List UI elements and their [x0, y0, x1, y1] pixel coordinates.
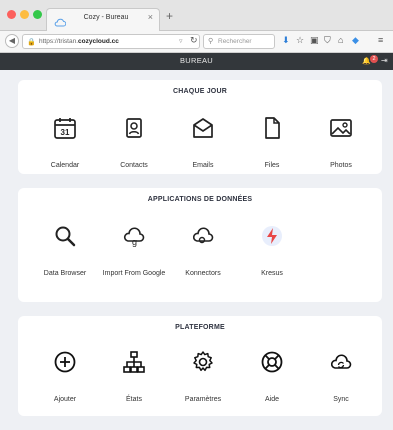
app-contacts[interactable]: Contacts: [99, 103, 169, 171]
app-label: Import From Google: [102, 270, 166, 277]
app-konnectors[interactable]: Konnectors: [168, 211, 238, 279]
minimize-window-button[interactable]: [20, 10, 29, 19]
app-label: Konnectors: [185, 270, 221, 277]
section-chaque-jour: CHAQUE JOUR 31 Calendar Contacts Emails …: [18, 80, 382, 174]
app-label: Files: [264, 162, 280, 169]
chevron-down-icon[interactable]: ▿: [179, 37, 183, 45]
back-button[interactable]: ◀: [5, 34, 19, 48]
cloud-sync-icon: [316, 337, 366, 387]
reload-icon[interactable]: ↻: [190, 35, 198, 46]
app-label: Photos: [330, 162, 352, 169]
contacts-icon: [109, 103, 159, 153]
cozy-cloud-icon: [54, 14, 67, 32]
pocket-icon[interactable]: ⛉: [324, 35, 331, 46]
clipboard-icon[interactable]: ▣: [310, 35, 319, 46]
calendar-icon: 31: [40, 103, 90, 153]
app-etats[interactable]: États: [99, 337, 169, 405]
cloud-google-icon: g: [109, 211, 159, 261]
app-aide[interactable]: Aide: [237, 337, 307, 405]
section-plateforme: PLATEFORME Ajouter États Paramètres Aide: [18, 316, 382, 416]
app-parametres[interactable]: Paramètres: [168, 337, 238, 405]
home-icon[interactable]: ⌂: [338, 35, 343, 45]
app-label: Contacts: [120, 162, 148, 169]
app-ajouter[interactable]: Ajouter: [30, 337, 100, 405]
gear-icon: [178, 337, 228, 387]
app-emails[interactable]: Emails: [168, 103, 238, 171]
logout-icon[interactable]: ⇥: [381, 56, 388, 65]
lifebuoy-icon: [247, 337, 297, 387]
extension-icon[interactable]: ◆: [352, 35, 359, 46]
bolt-icon: [247, 211, 297, 261]
search-icon: [40, 211, 90, 261]
notification-badge[interactable]: 2: [370, 55, 378, 63]
cloud-connector-icon: [178, 211, 228, 261]
app-files[interactable]: Files: [237, 103, 307, 171]
download-icon[interactable]: ⬇: [282, 35, 290, 46]
app-label: Paramètres: [184, 396, 222, 403]
plus-circle-icon: [40, 337, 90, 387]
search-input[interactable]: ⚲ Rechercher: [203, 34, 275, 49]
search-icon: ⚲: [208, 38, 214, 45]
calendar-day: 31: [61, 128, 70, 137]
app-calendar[interactable]: 31 Calendar: [30, 103, 100, 171]
file-icon: [247, 103, 297, 153]
tab-title: Cozy - Bureau: [83, 14, 129, 21]
sitemap-icon: [109, 337, 159, 387]
app-label: États: [126, 396, 142, 403]
app-photos[interactable]: Photos: [306, 103, 376, 171]
app-label: Emails: [192, 162, 214, 169]
svg-text:g: g: [132, 237, 137, 247]
tab-close-button[interactable]: ×: [148, 12, 153, 22]
section-title: APPLICATIONS DE DONNÉES: [147, 196, 253, 203]
bookmark-star-icon[interactable]: ☆: [296, 35, 304, 46]
app-sync[interactable]: Sync: [306, 337, 376, 405]
lock-icon: 🔒: [27, 39, 36, 46]
email-icon: [178, 103, 228, 153]
url-text: https://tristan.cozycloud.cc: [39, 38, 119, 45]
app-kresus[interactable]: Kresus: [237, 211, 307, 279]
new-tab-button[interactable]: +: [166, 9, 173, 23]
app-label: Aide: [264, 396, 279, 403]
app-grid: CHAQUE JOUR 31 Calendar Contacts Emails …: [0, 70, 393, 430]
section-title: PLATEFORME: [175, 324, 225, 331]
app-label: Sync: [333, 396, 349, 403]
close-window-button[interactable]: [7, 10, 16, 19]
photo-icon: [316, 103, 366, 153]
page-title: BUREAU: [179, 56, 214, 65]
app-label: Calendar: [50, 162, 80, 169]
app-label: Kresus: [261, 270, 283, 277]
section-applications-donnees: APPLICATIONS DE DONNÉES Data Browser g I…: [18, 188, 382, 302]
app-import-from-google[interactable]: g Import From Google: [99, 211, 169, 279]
browser-tab-bar: Cozy - Bureau × +: [0, 0, 393, 31]
section-title: CHAQUE JOUR: [173, 88, 227, 95]
browser-tab[interactable]: Cozy - Bureau ×: [46, 8, 160, 31]
app-label: Data Browser: [43, 270, 87, 277]
menu-icon[interactable]: ≡: [378, 35, 383, 45]
app-header: BUREAU 🔔 2 ⇥: [0, 53, 393, 70]
maximize-window-button[interactable]: [33, 10, 42, 19]
app-label: Ajouter: [53, 396, 77, 403]
app-data-browser[interactable]: Data Browser: [30, 211, 100, 279]
url-field[interactable]: 🔒 https://tristan.cozycloud.cc ▿: [22, 34, 200, 49]
